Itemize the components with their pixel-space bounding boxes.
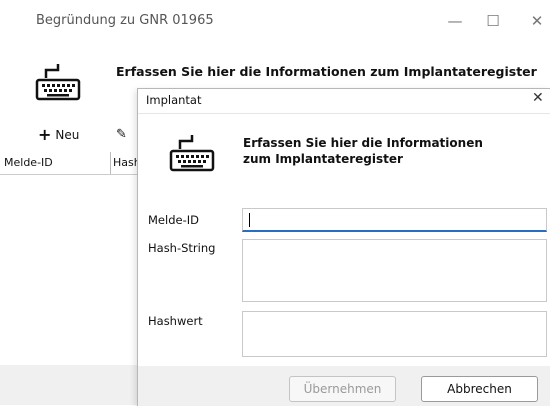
maximize-icon[interactable]: ☐	[481, 10, 505, 32]
keyboard-icon	[169, 135, 215, 172]
grid-column-melde-id[interactable]: Melde-ID	[4, 156, 53, 169]
new-button[interactable]: + Neu	[38, 125, 80, 144]
text-caret	[249, 213, 250, 227]
edit-icon[interactable]: ✎	[116, 127, 127, 142]
dialog-heading: Erfassen Sie hier die Informationen zum …	[243, 136, 483, 166]
close-icon[interactable]: ✕	[525, 10, 549, 32]
hashwert-label: Hashwert	[148, 314, 203, 328]
new-button-label: Neu	[55, 128, 80, 142]
minimize-icon[interactable]: —	[443, 10, 467, 32]
dialog-close-icon[interactable]: ✕	[532, 90, 544, 106]
main-window-title: Begründung zu GNR 01965	[36, 13, 214, 28]
melde-id-input[interactable]	[242, 208, 547, 232]
uebernehmen-button[interactable]: Übernehmen	[289, 376, 396, 402]
hash-string-input[interactable]	[242, 239, 547, 302]
hash-string-label: Hash-String	[148, 241, 216, 255]
melde-id-label: Melde-ID	[148, 213, 199, 227]
grid-column-divider[interactable]	[110, 152, 111, 174]
keyboard-icon	[35, 64, 81, 101]
hashwert-input[interactable]	[242, 311, 547, 357]
implantat-dialog: Implantat ✕ Erfassen Sie hier die Inform…	[137, 88, 550, 406]
dialog-title: Implantat	[146, 93, 202, 107]
abbrechen-button[interactable]: Abbrechen	[421, 376, 538, 402]
main-heading: Erfassen Sie hier die Informationen zum …	[116, 64, 537, 79]
plus-icon: +	[38, 125, 52, 144]
